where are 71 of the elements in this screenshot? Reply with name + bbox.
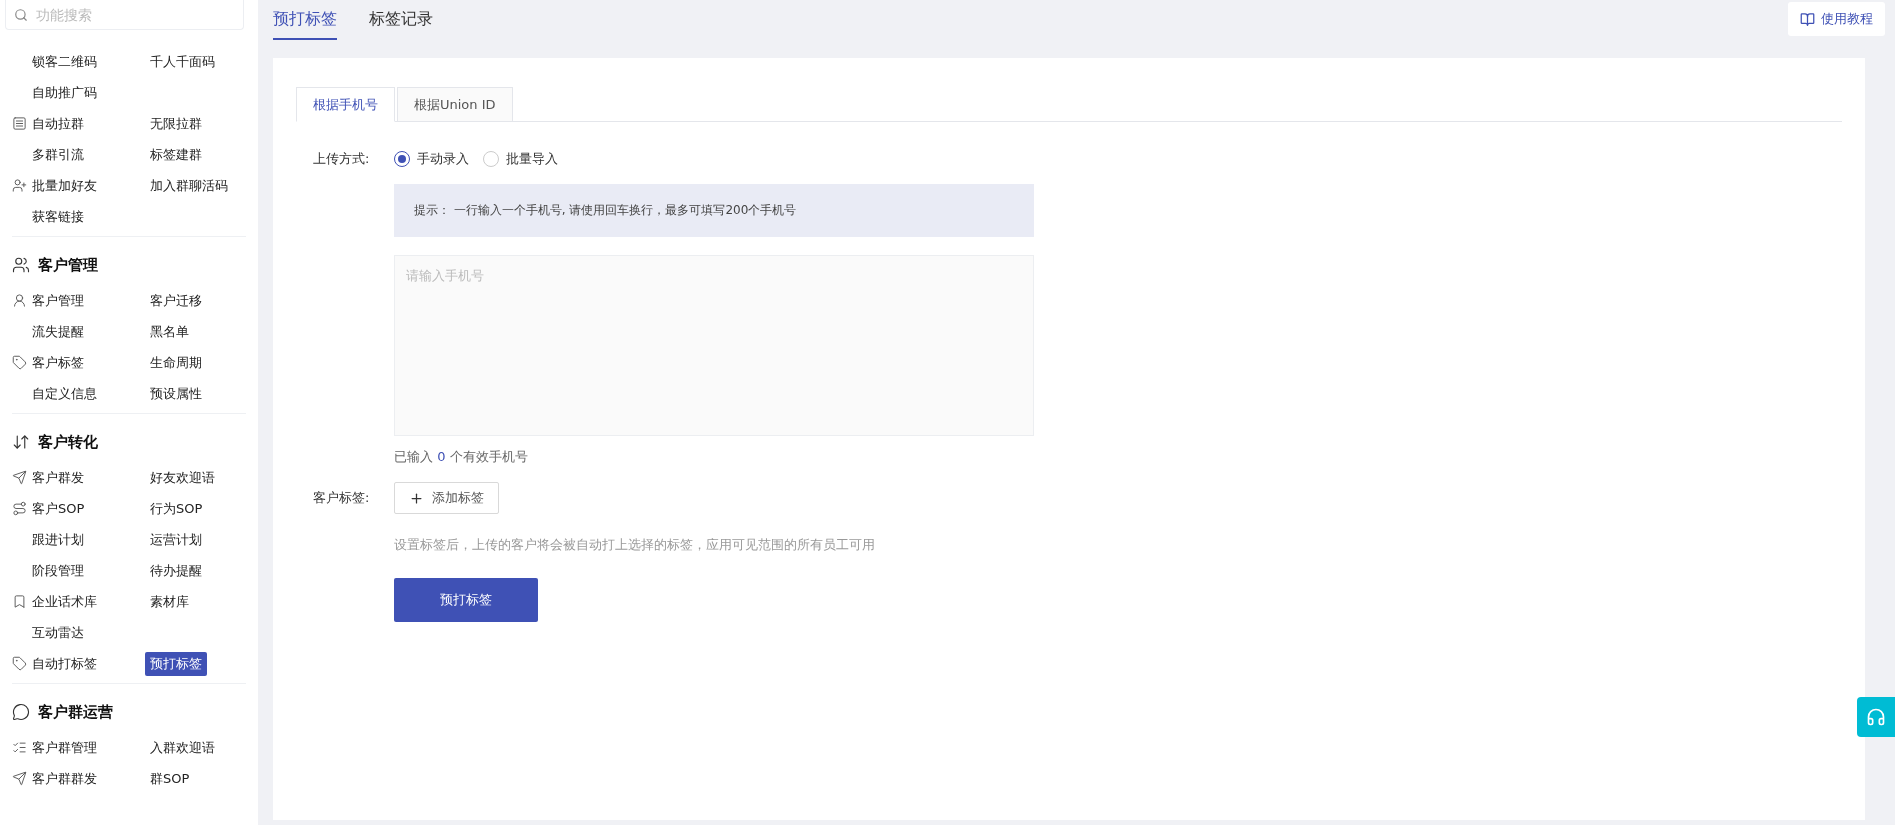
menu-item[interactable]: 行为SOP <box>150 499 203 518</box>
menu-item[interactable]: 批量加好友 <box>32 176 97 195</box>
menu-item[interactable]: 好友欢迎语 <box>150 468 215 487</box>
menu-item[interactable]: 锁客二维码 <box>32 52 97 71</box>
user-arrows-icon <box>12 433 30 451</box>
form-tab[interactable]: 根据手机号 <box>296 87 395 122</box>
tip-banner: 提示： 一行输入一个手机号, 请使用回车换行，最多可填写200个手机号 <box>394 184 1034 237</box>
bookmark-icon <box>12 594 27 609</box>
tutorial-button[interactable]: 使用教程 <box>1788 2 1885 36</box>
menu-item[interactable]: 运营计划 <box>150 530 202 549</box>
menu-item[interactable]: 流失提醒 <box>32 322 84 341</box>
menu-item[interactable]: 生命周期 <box>150 353 202 372</box>
list-icon <box>12 740 27 755</box>
form-tab[interactable]: 根据Union ID <box>397 87 513 122</box>
menu-item[interactable]: 客户群群发 <box>32 769 97 788</box>
send-icon <box>12 470 27 485</box>
users-icon <box>12 256 30 274</box>
menu-item[interactable]: 自助推广码 <box>32 83 97 102</box>
menu-item[interactable]: 标签建群 <box>150 145 202 164</box>
search-icon <box>14 8 28 22</box>
user-icon <box>12 293 27 308</box>
section-title: 客户管理 <box>38 255 98 275</box>
menu-item[interactable]: 群SOP <box>150 769 190 788</box>
menu-item[interactable]: 客户管理 <box>32 291 84 310</box>
valid-count-text: 已输入 0 个有效手机号 <box>394 448 529 466</box>
menu-item[interactable]: 阶段管理 <box>32 561 84 580</box>
tag-label: 客户标签: <box>313 489 370 507</box>
menu-item[interactable]: 待办提醒 <box>150 561 202 580</box>
radio-label: 手动录入 <box>417 150 469 168</box>
tag-icon <box>12 355 27 370</box>
menu-item[interactable]: 预打标签 <box>145 651 207 676</box>
book-icon <box>1800 11 1815 27</box>
plus-icon <box>409 490 424 506</box>
list-icon <box>12 116 27 131</box>
menu-item[interactable]: 自动打标签 <box>32 654 97 673</box>
menu-item[interactable]: 多群引流 <box>32 145 84 164</box>
support-button[interactable] <box>1857 697 1895 737</box>
menu-item[interactable]: 客户迁移 <box>150 291 202 310</box>
route-icon <box>12 501 27 516</box>
menu-item[interactable]: 自定义信息 <box>32 384 97 403</box>
radio-label: 批量导入 <box>506 150 558 168</box>
submit-button[interactable]: 预打标签 <box>394 578 538 622</box>
menu-item[interactable]: 跟进计划 <box>32 530 84 549</box>
menu-item[interactable]: 互动雷达 <box>32 623 84 642</box>
headset-icon <box>1866 707 1886 727</box>
menu-item[interactable]: 加入群聊活码 <box>150 176 228 195</box>
section-title: 客户群运营 <box>38 702 113 722</box>
send-icon <box>12 771 27 786</box>
menu-item[interactable]: 预设属性 <box>150 384 202 403</box>
menu-item[interactable]: 千人千面码 <box>150 52 215 71</box>
menu-item[interactable]: 入群欢迎语 <box>150 738 215 757</box>
section-title: 客户转化 <box>38 432 98 452</box>
page-tab[interactable]: 预打标签 <box>273 0 337 40</box>
menu-item[interactable]: 黑名单 <box>150 322 189 341</box>
menu-item[interactable]: 企业话术库 <box>32 592 97 611</box>
menu-item[interactable]: 客户群管理 <box>32 738 97 757</box>
menu-item[interactable]: 获客链接 <box>32 207 84 226</box>
menu-item[interactable]: 客户SOP <box>32 499 85 518</box>
chat-bubble-icon <box>12 703 30 721</box>
add-tag-button[interactable]: 添加标签 <box>394 482 499 514</box>
menu-item[interactable]: 客户群发 <box>32 468 84 487</box>
menu-item[interactable]: 自动拉群 <box>32 114 84 133</box>
menu-item[interactable]: 客户标签 <box>32 353 84 372</box>
tag-icon <box>12 656 27 671</box>
search-field[interactable]: 功能搜索 <box>5 0 244 30</box>
tag-hint-text: 设置标签后，上传的客户将会被自动打上选择的标签，应用可见范围的所有员工可用 <box>394 536 876 554</box>
menu-item[interactable]: 素材库 <box>150 592 189 611</box>
upload-label: 上传方式: <box>313 150 370 168</box>
page-tab[interactable]: 标签记录 <box>369 0 433 40</box>
user-plus-icon <box>12 178 27 193</box>
menu-item[interactable]: 无限拉群 <box>150 114 202 133</box>
